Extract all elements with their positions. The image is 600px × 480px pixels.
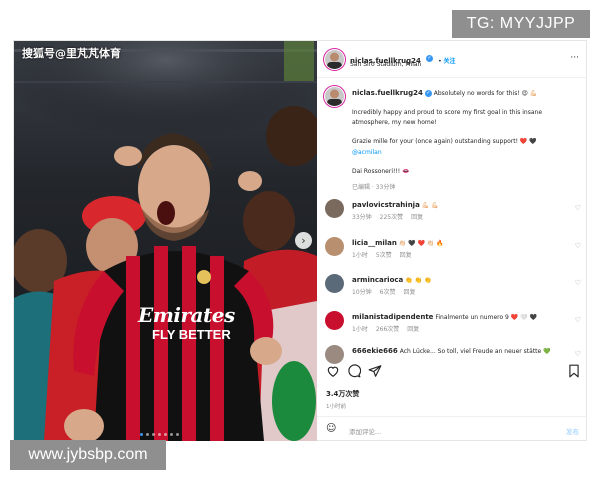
post-header: niclas.fuellkrug24 ✓ • 关注 San Siro Stadi… [317,41,587,78]
caption-text-3: atmosphere, my new home! [352,119,437,126]
commenter-avatar[interactable] [325,345,344,364]
caption-meta: 已编辑 · 33分钟 [352,184,396,191]
comment-like-heart-icon[interactable]: ♡ [575,350,581,358]
comment-meta: 10分钟 6次赞 回复 [352,287,423,296]
reply-button[interactable]: 回复 [407,326,419,333]
carousel-dot [146,433,149,436]
comment-row: armincarioca 👏 👏 👏 [352,276,431,284]
caption-text-4: Grazie mille for your (once again) outst… [352,138,537,145]
sponsor-tagline: FLY BETTER [152,327,231,342]
post-time: 1小时前 [326,404,346,410]
comment-like-heart-icon[interactable]: ♡ [575,279,581,287]
comment-like-heart-icon[interactable]: ♡ [575,242,581,250]
verified-badge-icon: ✓ [424,90,432,97]
add-comment-input[interactable]: 添加评论... [349,426,381,436]
comment-username[interactable]: armincarioca [352,276,403,284]
share-icon[interactable] [368,364,382,378]
comment-likes[interactable]: 5次赞 [376,252,392,259]
comment-text: Finalmente un numero 9 ❤️ 🤍 🖤 [435,314,537,321]
post-location[interactable]: San Siro Stadium, Milan [350,61,421,68]
post-comment-button[interactable]: 发布 [566,426,579,436]
more-options-icon[interactable]: ··· [570,53,579,63]
emoji-icon[interactable]: ☺ [326,423,336,434]
caption-avatar[interactable] [325,87,344,106]
comment-meta: 33分钟 225次赞 回复 [352,212,431,221]
comment-row: pavlovicstrahinja 💪🏻 💪🏻 [352,201,439,209]
comment-likes[interactable]: 266次赞 [376,326,399,333]
comment-username[interactable]: 666ekie666 [352,347,398,355]
comment-time: 10分钟 [352,289,372,296]
comment-likes[interactable]: 225次赞 [380,214,403,221]
comment-time: 33分钟 [352,214,372,221]
like-heart-icon[interactable] [326,364,340,378]
comment-icon[interactable] [347,364,361,378]
celebration-photo [14,41,317,441]
carousel-dot [140,433,143,436]
commenter-avatar[interactable] [325,237,344,256]
caption-text-2: Incredibly happy and proud to score my f… [352,109,543,116]
reply-button[interactable]: 回复 [403,289,415,296]
sponsor-text: Emirates [138,303,235,327]
carousel-dot [152,433,155,436]
reply-button[interactable]: 回复 [400,252,412,259]
instagram-post: Emirates FLY BETTER 搜狐号@里芃芃体育 › niclas.f… [13,40,587,441]
comment-row: 666ekie666 Ach Lücke... So toll, viel Fr… [352,347,551,355]
likes-count[interactable]: 3.4万次赞 [326,389,359,399]
comment-username[interactable]: milanistadipendente [352,313,433,321]
add-comment-bar: ☺ 添加评论... 发布 [317,416,587,442]
verified-badge-icon: ✓ [426,55,433,62]
follow-button[interactable]: 关注 [444,58,456,65]
comment-time: 1小时 [352,252,368,259]
caption-text-1: Absolutely no words for this! 😍 💪🏻 [433,90,538,97]
comment-time: 1小时 [352,326,368,333]
author-avatar[interactable] [325,50,344,69]
carousel-next-button[interactable]: › [295,232,312,249]
comment-text: Ach Lücke... So toll, viel Freude an neu… [399,348,551,355]
comment-meta: 1小时 5次赞 回复 [352,250,420,259]
caption-first-line: niclas.fuellkrug24 ✓ Absolutely no words… [352,89,537,97]
photo-source-watermark: 搜狐号@里芃芃体育 [22,47,121,60]
telegram-watermark: TG: MYYJJPP [452,10,590,38]
post-photo[interactable]: Emirates FLY BETTER 搜狐号@里芃芃体育 › [14,41,317,441]
comment-meta: 1小时 266次赞 回复 [352,324,427,333]
mention-link[interactable]: @acmilan [352,149,382,156]
reply-button[interactable]: 回复 [411,214,423,221]
comment-row: milanistadipendente Finalmente un numero… [352,313,537,321]
comment-text: 💪🏻 💪🏻 [421,202,439,209]
comment-text: 👏🏻 🖤 ❤️ 👏🏻 🔥 [398,240,444,247]
carousel-dot [164,433,167,436]
post-side-panel: niclas.fuellkrug24 ✓ • 关注 San Siro Stadi… [317,41,587,441]
carousel-dot [170,433,173,436]
save-bookmark-icon[interactable] [567,364,581,378]
commenter-avatar[interactable] [325,311,344,330]
caption-username[interactable]: niclas.fuellkrug24 [352,89,423,97]
commenter-avatar[interactable] [325,199,344,218]
caption-text-5: Dai Rossoneri!!! 👄 [352,168,410,175]
carousel-dot [176,433,179,436]
commenter-avatar[interactable] [325,274,344,293]
comment-like-heart-icon[interactable]: ♡ [575,204,581,212]
carousel-dot [158,433,161,436]
comment-row: licia__milan 👏🏻 🖤 ❤️ 👏🏻 🔥 [352,239,444,247]
comment-username[interactable]: licia__milan [352,239,397,247]
comment-likes[interactable]: 6次赞 [380,289,396,296]
website-watermark: www.jybsbp.com [10,440,166,470]
carousel-indicator [140,433,179,436]
comment-like-heart-icon[interactable]: ♡ [575,316,581,324]
comment-text: 👏 👏 👏 [405,277,432,284]
comment-username[interactable]: pavlovicstrahinja [352,201,420,209]
